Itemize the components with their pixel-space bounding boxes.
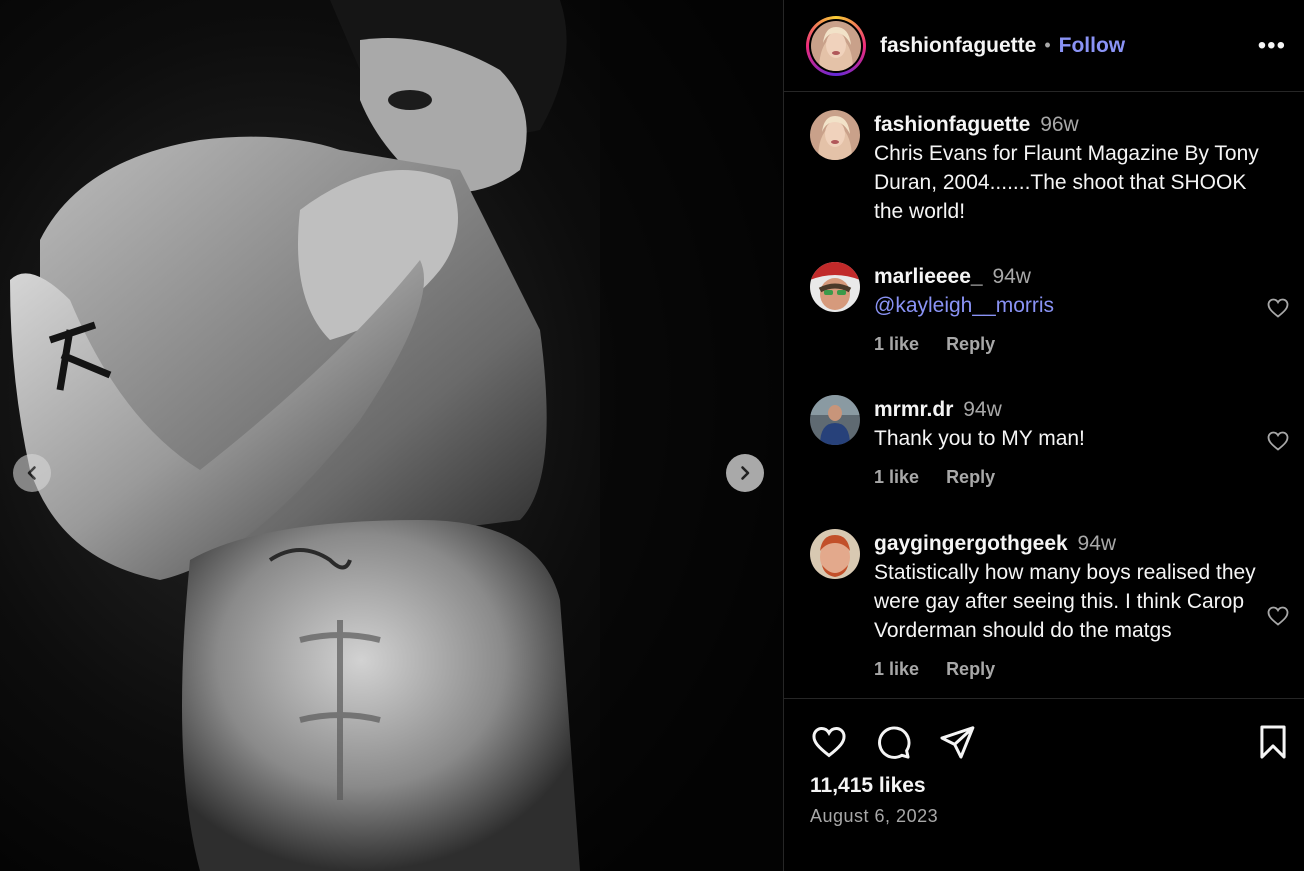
author-avatar <box>811 20 861 71</box>
post-caption: fashionfaguette 96w Chris Evans for Flau… <box>810 110 1290 226</box>
bookmark-icon[interactable] <box>1254 723 1292 761</box>
header-separator: • <box>1044 35 1051 55</box>
comment-text: Thank you to MY man! <box>874 427 1085 450</box>
follow-button[interactable]: Follow <box>1059 34 1126 58</box>
commenter-avatar[interactable] <box>810 529 860 579</box>
chevron-left-icon <box>27 466 36 480</box>
author-username[interactable]: fashionfaguette <box>880 34 1036 58</box>
comments-list[interactable]: fashionfaguette 96w Chris Evans for Flau… <box>784 93 1304 698</box>
comment-username[interactable]: marlieeee_ <box>874 265 983 288</box>
like-comment-heart-icon[interactable] <box>1266 429 1290 453</box>
reply-button[interactable]: Reply <box>946 659 995 679</box>
chevron-right-icon <box>741 466 750 480</box>
comment-item: gaygingergothgeek 94w Statistically how … <box>810 529 1290 680</box>
caption-avatar[interactable] <box>810 110 860 160</box>
like-count[interactable]: 11,415 likes <box>810 774 926 798</box>
comment-like-count[interactable]: 1 like <box>874 334 919 354</box>
caption-text: Chris Evans for Flaunt Magazine By Tony … <box>874 142 1259 223</box>
comment-time[interactable]: 94w <box>1078 532 1117 555</box>
more-options-button[interactable]: ••• <box>1258 32 1286 60</box>
comment-icon[interactable] <box>874 723 912 761</box>
comment-username[interactable]: mrmr.dr <box>874 398 953 421</box>
post-side-panel: fashionfaguette • Follow ••• fashionfagu… <box>783 0 1304 871</box>
post-header: fashionfaguette • Follow ••• <box>784 0 1304 92</box>
share-icon[interactable] <box>938 723 976 761</box>
post-actions: 11,415 likes August 6, 2023 <box>784 698 1304 871</box>
comment-item: mrmr.dr 94w Thank you to MY man! 1 like … <box>810 395 1290 488</box>
like-comment-heart-icon[interactable] <box>1266 296 1290 320</box>
post-date[interactable]: August 6, 2023 <box>810 806 938 827</box>
caption-username[interactable]: fashionfaguette <box>874 113 1030 136</box>
story-ring[interactable] <box>806 15 866 76</box>
previous-image-button[interactable] <box>13 454 51 492</box>
comment-time[interactable]: 94w <box>963 398 1002 421</box>
commenter-avatar[interactable] <box>810 262 860 312</box>
comment-item: marlieeee_ 94w @kayleigh__morris 1 like … <box>810 262 1290 355</box>
comment-mention[interactable]: @kayleigh__morris <box>874 294 1054 317</box>
caption-time[interactable]: 96w <box>1040 113 1079 136</box>
comment-like-count[interactable]: 1 like <box>874 467 919 487</box>
next-image-button[interactable] <box>726 454 764 492</box>
comment-time[interactable]: 94w <box>992 265 1031 288</box>
reply-button[interactable]: Reply <box>946 334 995 354</box>
post-media <box>0 0 783 871</box>
comment-text: Statistically how many boys realised the… <box>874 561 1256 642</box>
commenter-avatar[interactable] <box>810 395 860 445</box>
post-photo <box>0 0 783 871</box>
like-heart-icon[interactable] <box>810 723 848 761</box>
comment-username[interactable]: gaygingergothgeek <box>874 532 1068 555</box>
like-comment-heart-icon[interactable] <box>1266 604 1290 628</box>
reply-button[interactable]: Reply <box>946 467 995 487</box>
comment-like-count[interactable]: 1 like <box>874 659 919 679</box>
